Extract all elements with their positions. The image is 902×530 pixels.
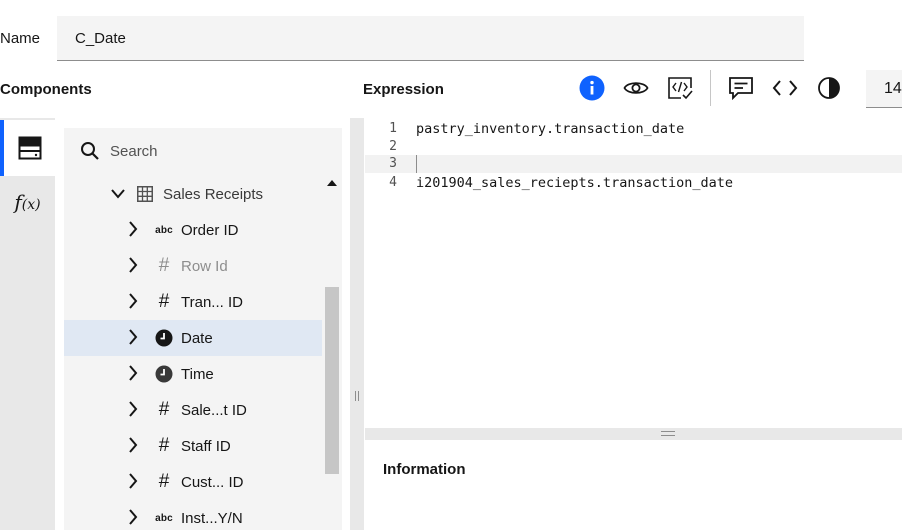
expression-title: Expression bbox=[363, 81, 444, 98]
tree-item-staff-id[interactable]: # Staff ID bbox=[64, 428, 322, 464]
tree-item-label: Tran... ID bbox=[181, 293, 243, 311]
name-label: Name bbox=[0, 30, 41, 47]
eye-icon bbox=[623, 82, 649, 94]
number-type-icon: # bbox=[158, 255, 170, 276]
comment-icon bbox=[729, 77, 753, 100]
tree-item-sales-outlet-id[interactable]: # Sale...t ID bbox=[64, 392, 322, 428]
comment-button[interactable] bbox=[719, 68, 763, 108]
theme-toggle-button[interactable] bbox=[807, 68, 851, 108]
text-type-icon: abc bbox=[155, 512, 173, 524]
code-line: 1 pastry_inventory.transaction_date bbox=[365, 120, 902, 138]
tree-scrollbar[interactable] bbox=[322, 176, 342, 530]
line-number: 3 bbox=[389, 156, 397, 171]
line-number: 1 bbox=[389, 121, 397, 136]
function-icon: f(x) bbox=[14, 190, 40, 214]
components-panel: Search Sales Receipts abc Order ID # Row… bbox=[64, 128, 342, 530]
tree-item-customer-id[interactable]: # Cust... ID bbox=[64, 464, 322, 500]
chevron-right-icon bbox=[129, 473, 138, 489]
chevron-right-icon bbox=[129, 437, 138, 453]
code-text: pastry_inventory.transaction_date bbox=[416, 121, 685, 137]
splitter-grip-icon bbox=[661, 431, 675, 436]
search-placeholder: Search bbox=[110, 142, 158, 160]
code-line: 2 bbox=[365, 138, 902, 156]
tree-item-date[interactable]: Date bbox=[64, 320, 322, 356]
fx-label: f bbox=[14, 190, 22, 214]
validate-code-icon bbox=[668, 77, 693, 100]
tree-item-instore-yn[interactable]: abc Inst...Y/N bbox=[64, 500, 322, 530]
toolbar-separator bbox=[710, 70, 711, 106]
tree-item-row-id[interactable]: # Row Id bbox=[64, 248, 322, 284]
tree-node-label: Sales Receipts bbox=[163, 185, 264, 203]
text-cursor bbox=[416, 155, 417, 173]
search-box[interactable]: Search bbox=[64, 128, 342, 174]
validate-button[interactable] bbox=[658, 68, 702, 108]
scroll-up-arrow-icon[interactable] bbox=[327, 180, 337, 186]
tree-item-order-id[interactable]: abc Order ID bbox=[64, 212, 322, 248]
chevron-right-icon bbox=[129, 221, 138, 237]
components-title: Components bbox=[0, 81, 92, 98]
search-icon bbox=[81, 142, 99, 160]
code-brackets-icon bbox=[772, 80, 798, 96]
tree-node-sales-receipts[interactable]: Sales Receipts bbox=[64, 176, 322, 212]
text-type-icon: abc bbox=[155, 224, 173, 236]
number-type-icon: # bbox=[158, 471, 170, 492]
code-line: 4 i201904_sales_reciepts.transaction_dat… bbox=[365, 174, 902, 192]
code-text: i201904_sales_reciepts.transaction_date bbox=[416, 175, 733, 191]
chevron-right-icon bbox=[129, 509, 138, 525]
name-input[interactable] bbox=[57, 16, 804, 61]
horizontal-splitter[interactable] bbox=[365, 428, 902, 440]
number-type-icon: # bbox=[158, 291, 170, 312]
information-title: Information bbox=[383, 461, 466, 478]
vertical-splitter[interactable] bbox=[350, 118, 364, 530]
contrast-icon bbox=[818, 77, 840, 99]
tree-item-label: Row Id bbox=[181, 257, 228, 275]
table-icon bbox=[137, 186, 153, 202]
font-size-field[interactable]: 14 bbox=[866, 70, 902, 108]
rail-tab-functions[interactable]: f(x) bbox=[0, 174, 55, 230]
tree-item-label: Order ID bbox=[181, 221, 239, 239]
info-icon bbox=[579, 75, 605, 101]
rail-tab-data-items[interactable] bbox=[0, 120, 55, 176]
chevron-right-icon bbox=[129, 365, 138, 381]
clock-icon bbox=[155, 365, 173, 383]
chevron-right-icon bbox=[129, 401, 138, 417]
tree-item-time[interactable]: Time bbox=[64, 356, 322, 392]
preview-button[interactable] bbox=[614, 68, 658, 108]
font-size-value: 14 bbox=[884, 80, 902, 97]
clock-icon bbox=[155, 329, 173, 347]
code-line-current: 3 bbox=[365, 155, 902, 173]
information-panel: Information bbox=[365, 440, 902, 530]
tree-item-label: Time bbox=[181, 365, 214, 383]
line-number: 2 bbox=[389, 139, 397, 154]
tree-item-transaction-id[interactable]: # Tran... ID bbox=[64, 284, 322, 320]
tree-item-label: Cust... ID bbox=[181, 473, 244, 491]
chevron-right-icon bbox=[129, 329, 138, 345]
scrollbar-thumb[interactable] bbox=[325, 287, 339, 474]
code-format-button[interactable] bbox=[763, 68, 807, 108]
left-rail: f(x) bbox=[0, 118, 55, 530]
expression-editor[interactable]: 1 pastry_inventory.transaction_date 2 3 … bbox=[365, 118, 902, 428]
tree-item-label: Staff ID bbox=[181, 437, 231, 455]
chevron-down-icon bbox=[111, 189, 125, 199]
calculation-editor: Name Components Expression bbox=[0, 0, 902, 530]
tree-item-label: Date bbox=[181, 329, 213, 347]
chevron-right-icon bbox=[129, 293, 138, 309]
info-button[interactable] bbox=[570, 68, 614, 108]
tree-item-label: Sale...t ID bbox=[181, 401, 247, 419]
number-type-icon: # bbox=[158, 399, 170, 420]
tree-item-label: Inst...Y/N bbox=[181, 509, 243, 527]
fx-sub-label: (x) bbox=[21, 197, 41, 213]
splitter-grip-icon bbox=[355, 391, 359, 401]
expression-toolbar bbox=[570, 68, 851, 108]
number-type-icon: # bbox=[158, 435, 170, 456]
chevron-right-icon bbox=[129, 257, 138, 273]
line-number: 4 bbox=[389, 175, 397, 190]
data-table-icon bbox=[18, 136, 41, 160]
